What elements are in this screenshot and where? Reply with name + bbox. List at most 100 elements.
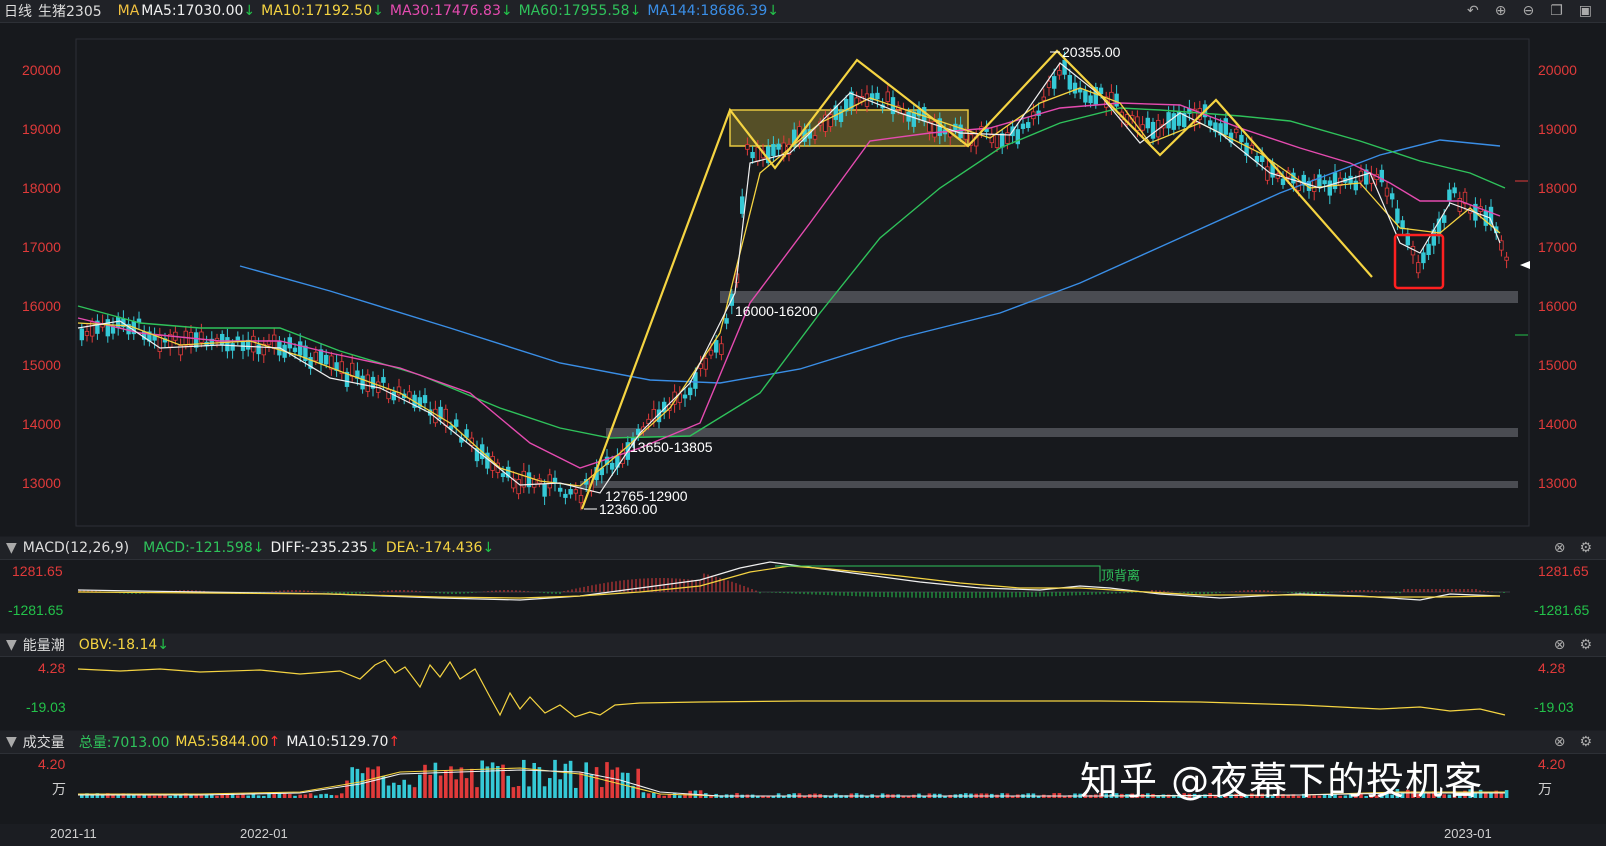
- collapse-icon[interactable]: ▼: [6, 637, 17, 653]
- candle: [578, 495, 584, 504]
- volume-bar: [407, 784, 412, 798]
- candle: [1280, 178, 1286, 185]
- window-icon[interactable]: ❐: [1550, 3, 1563, 19]
- candle: [682, 394, 688, 399]
- obv-panel[interactable]: 4.28 -19.03 4.28 -19.03: [0, 657, 1606, 730]
- ma60-value: MA60:17955.58: [518, 3, 630, 19]
- close-icon[interactable]: ⊗: [1554, 637, 1566, 653]
- down-arrow-icon: ↓: [157, 637, 169, 653]
- volume-bar: [334, 795, 339, 798]
- settings-icon[interactable]: ⚙: [1579, 637, 1592, 653]
- zoom-in-icon[interactable]: ⊕: [1495, 3, 1507, 19]
- volume-ma5: MA5:5844.00: [175, 734, 269, 750]
- candle: [885, 91, 890, 102]
- symbol-label[interactable]: 生猪2305: [38, 1, 102, 21]
- zoom-out-icon[interactable]: ⊖: [1522, 3, 1534, 19]
- volume-bar: [277, 793, 282, 798]
- volume-bar: [345, 780, 349, 798]
- candle: [963, 132, 968, 140]
- candle: [349, 362, 355, 377]
- volume-bar: [314, 795, 318, 798]
- volume-bar: [423, 764, 427, 798]
- candle: [84, 330, 90, 336]
- candle: [703, 358, 708, 370]
- volume-bar: [490, 762, 495, 798]
- volume-bar: [376, 766, 380, 798]
- macd-panel[interactable]: 顶背离 1281.65 -1281.65 1281.65 -1281.65: [0, 560, 1606, 633]
- layout-icon[interactable]: ▣: [1579, 3, 1592, 19]
- macd-top-left: 1281.65: [12, 563, 63, 579]
- zone2-label: 13650-13805: [630, 439, 713, 455]
- period-label[interactable]: 日线: [4, 1, 32, 21]
- dea-value: DEA:-174.436: [385, 540, 483, 556]
- settings-icon[interactable]: ⚙: [1579, 734, 1592, 750]
- volume-unit-left: 万: [52, 781, 66, 797]
- candle: [1353, 180, 1358, 191]
- candle: [1114, 93, 1119, 107]
- candle: [994, 133, 1000, 148]
- candle: [297, 341, 303, 356]
- candle: [568, 489, 573, 495]
- volume-bar: [1499, 792, 1504, 798]
- candle: [381, 377, 386, 383]
- candle: [688, 387, 693, 396]
- volume-bar: [355, 768, 360, 798]
- volume-bar: [444, 770, 448, 798]
- price-chart-svg: 20355.00 12360.00 16000-16200 13650-1380…: [75, 38, 1530, 527]
- y-tick-left: 17000: [22, 239, 61, 255]
- candle: [708, 349, 714, 356]
- ma10-value: MA10:17192.50: [261, 3, 373, 19]
- volume-bar: [449, 766, 453, 798]
- panel-controls: ⊗ ⚙: [1554, 540, 1598, 556]
- candle: [745, 144, 750, 150]
- volume-bar: [464, 778, 469, 798]
- volume-bar: [454, 779, 458, 798]
- zone1-label: 16000-16200: [735, 303, 818, 319]
- candle: [1416, 262, 1421, 274]
- candle: [750, 151, 755, 159]
- ma5-value: MA5:17030.00: [141, 3, 244, 19]
- collapse-icon[interactable]: ▼: [6, 734, 17, 750]
- volume-bar: [246, 795, 250, 798]
- candle: [1265, 166, 1270, 181]
- candle: [1078, 88, 1083, 93]
- candle: [360, 375, 365, 390]
- y-tick-left: 19000: [22, 121, 61, 137]
- volume-bar: [678, 795, 682, 798]
- support-zone-13650: [606, 428, 1518, 437]
- price-chart-panel[interactable]: 20355.00 12360.00 16000-16200 13650-1380…: [0, 23, 1606, 536]
- candle: [386, 389, 391, 400]
- settings-icon[interactable]: ⚙: [1579, 540, 1592, 556]
- collapse-icon[interactable]: ▼: [6, 540, 17, 556]
- volume-bar: [272, 794, 276, 798]
- y-tick-left: 16000: [22, 298, 61, 314]
- ma-label: MA: [117, 3, 140, 19]
- down-arrow-icon: ↓: [368, 540, 380, 556]
- volume-bar: [298, 794, 302, 798]
- candle: [1291, 172, 1296, 184]
- down-arrow-icon: ↓: [243, 3, 256, 19]
- candle: [1384, 187, 1390, 197]
- candle: [1442, 215, 1447, 223]
- close-icon[interactable]: ⊗: [1554, 734, 1566, 750]
- candle: [558, 487, 563, 492]
- candle: [193, 332, 199, 348]
- volume-bar: [516, 785, 521, 798]
- volume-bar: [402, 779, 406, 798]
- volume-bar: [262, 795, 266, 798]
- volume-top-right: 4.20: [1538, 756, 1566, 772]
- volume-bar: [579, 772, 583, 798]
- undo-icon[interactable]: ↶: [1467, 3, 1479, 19]
- up-arrow-icon: ↑: [388, 734, 401, 750]
- volume-bar: [537, 767, 542, 798]
- obv-header: ▼ 能量潮 OBV:-18.14 ↓ ⊗ ⚙: [0, 634, 1606, 657]
- y-tick-left: 20000: [22, 62, 61, 78]
- volume-bar: [662, 795, 666, 798]
- candle: [105, 319, 110, 337]
- candle: [875, 92, 880, 100]
- candle: [313, 351, 318, 362]
- close-icon[interactable]: ⊗: [1554, 540, 1566, 556]
- candle: [1088, 95, 1093, 104]
- down-arrow-icon: ↓: [500, 3, 513, 19]
- y-tick-left: 13000: [22, 475, 61, 491]
